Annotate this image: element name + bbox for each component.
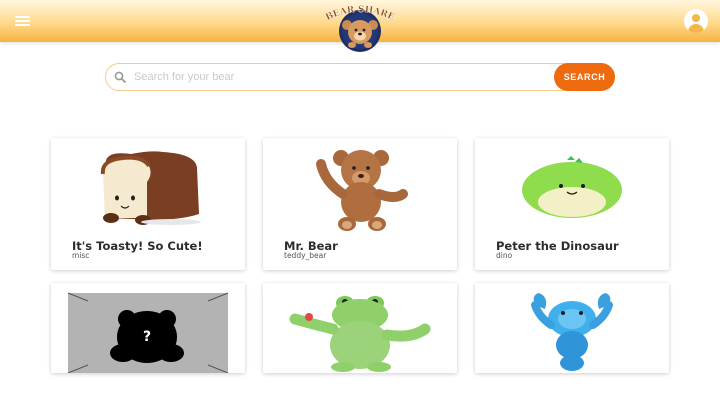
bear-title: Peter the Dinosaur — [496, 239, 619, 253]
search-bar: SEARCH — [105, 63, 615, 91]
bear-image — [522, 156, 622, 218]
app-header: BEAR SHARE — [0, 0, 720, 52]
bear-image — [100, 151, 201, 225]
bear-share-logo[interactable]: BEAR SHARE — [318, 4, 402, 52]
search-button[interactable]: SEARCH — [554, 63, 615, 91]
bear-image — [289, 296, 431, 372]
bear-category: teddy_bear — [284, 251, 327, 260]
bear-category: dino — [496, 251, 513, 260]
search-input[interactable] — [132, 67, 556, 87]
profile-icon[interactable] — [684, 9, 708, 33]
bear-image — [531, 293, 613, 371]
menu-icon[interactable] — [12, 13, 34, 29]
bear-card[interactable] — [475, 283, 669, 373]
search-icon — [114, 71, 126, 83]
bear-category: misc — [72, 251, 90, 260]
bear-card[interactable]: ? — [51, 283, 245, 373]
bear-image — [316, 150, 408, 231]
bear-card[interactable]: Mr. Bear teddy_bear — [263, 138, 457, 270]
bear-card[interactable] — [263, 283, 457, 373]
bear-card[interactable]: Peter the Dinosaur dino — [475, 138, 669, 270]
question-mark-icon: ? — [143, 329, 151, 345]
placeholder-image: ? — [67, 292, 229, 373]
bear-title: It's Toasty! So Cute! — [72, 239, 203, 253]
bear-card[interactable]: It's Toasty! So Cute! misc — [51, 138, 245, 270]
